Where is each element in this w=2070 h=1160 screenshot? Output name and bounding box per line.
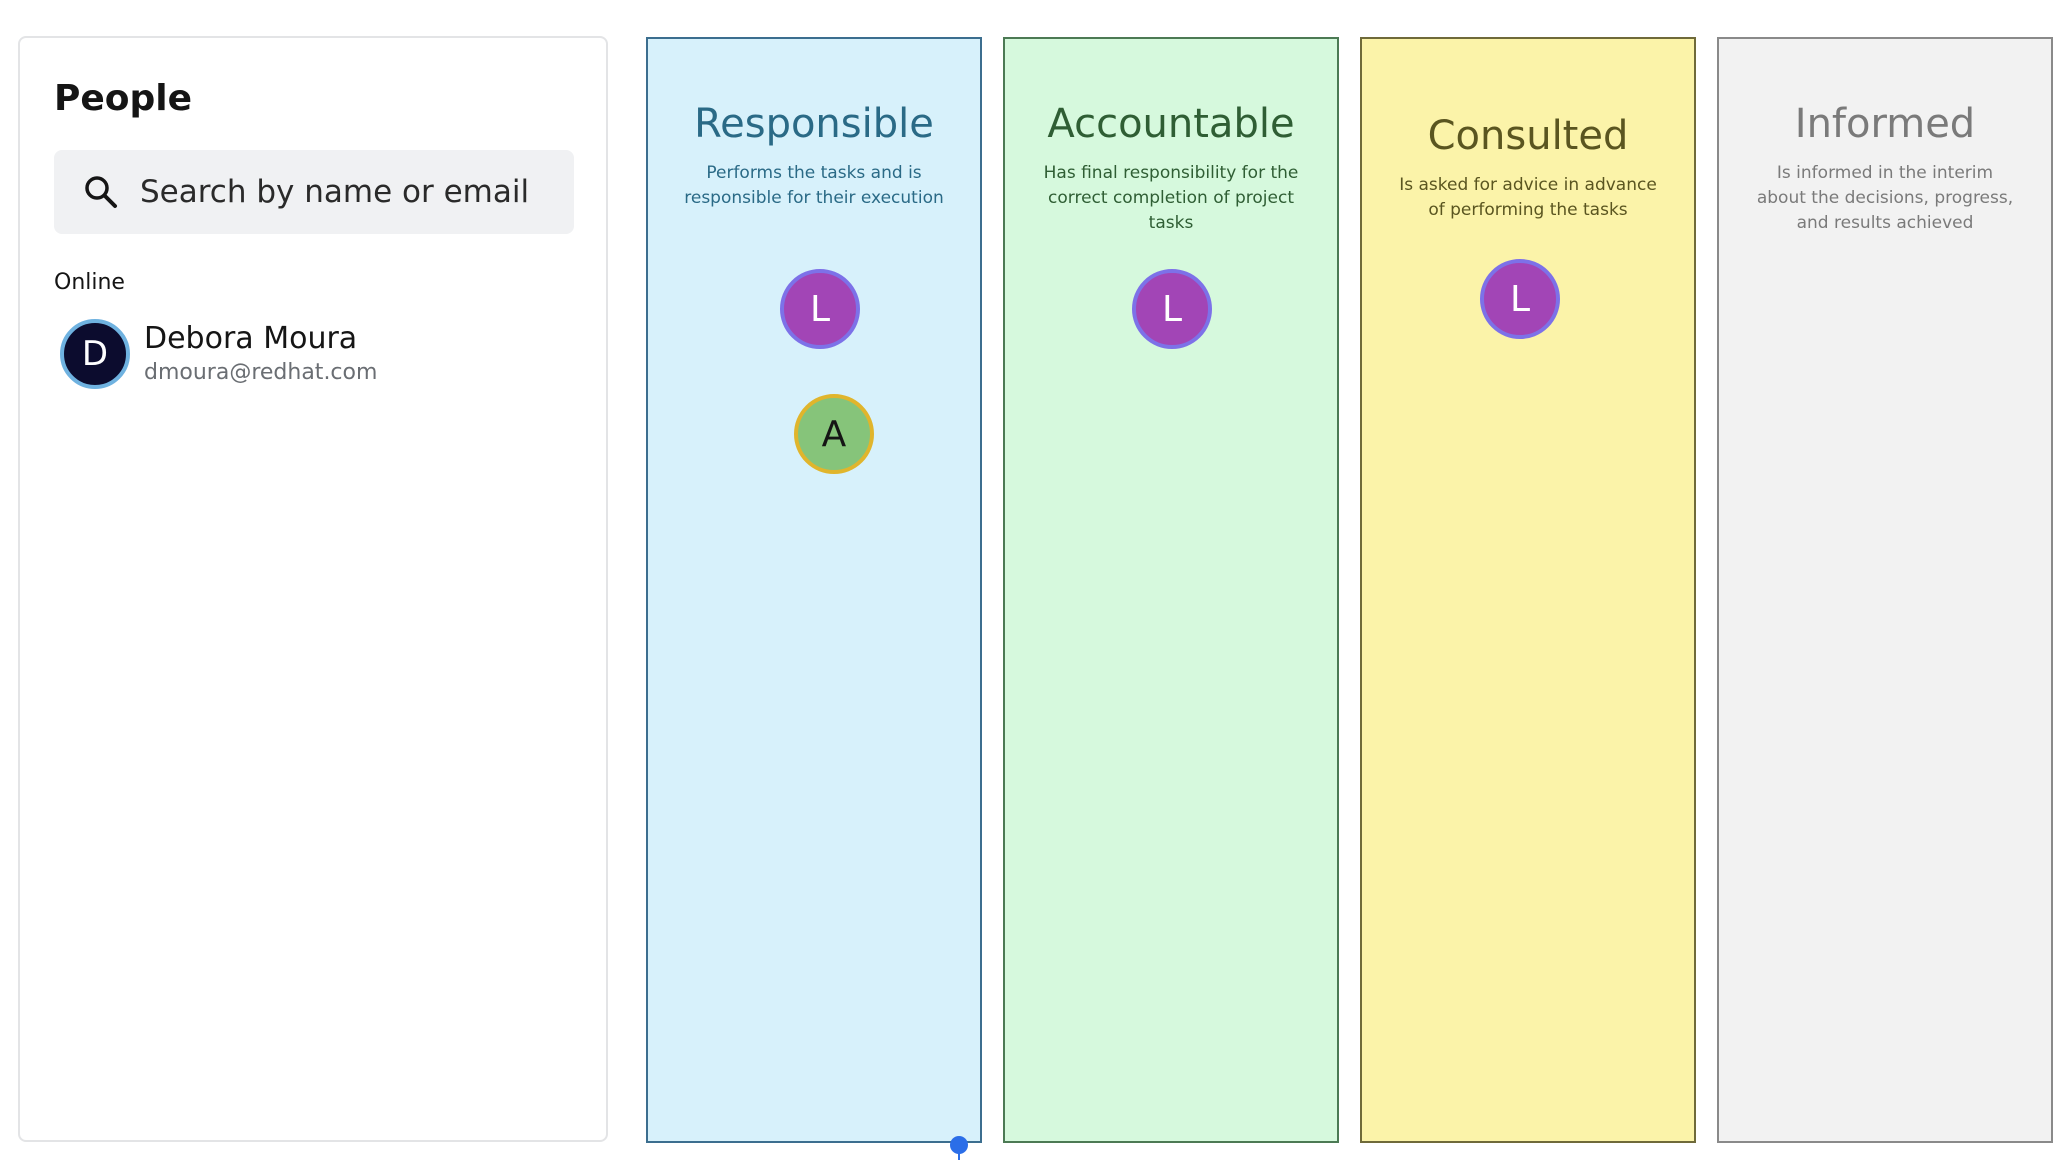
column-title: Consulted bbox=[1427, 113, 1629, 159]
people-panel-title: People bbox=[54, 78, 193, 119]
accountable-column[interactable]: Accountable Has final responsibility for… bbox=[1003, 37, 1339, 1143]
user-token-l[interactable]: L bbox=[780, 269, 860, 349]
column-title: Responsible bbox=[694, 101, 934, 147]
column-description: Has final responsibility for the correct… bbox=[1043, 163, 1299, 233]
column-title: Accountable bbox=[1047, 101, 1295, 147]
responsible-column[interactable]: Responsible Performs the tasks and is re… bbox=[646, 37, 982, 1143]
avatar: D bbox=[60, 319, 130, 389]
user-token-a[interactable]: A bbox=[794, 394, 874, 474]
raci-board: People Online D Debora Moura dmoura@redh… bbox=[0, 0, 2070, 1160]
resize-handle-stem bbox=[958, 1150, 960, 1160]
user-token-l[interactable]: L bbox=[1132, 269, 1212, 349]
column-description: Is asked for advice in advance of perfor… bbox=[1399, 175, 1657, 220]
search-icon bbox=[84, 175, 118, 209]
search-box[interactable] bbox=[54, 150, 574, 234]
person-name: Debora Moura bbox=[144, 321, 358, 356]
person-email: dmoura@redhat.com bbox=[144, 360, 378, 385]
people-panel: People Online D Debora Moura dmoura@redh… bbox=[18, 36, 608, 1142]
search-input[interactable] bbox=[140, 174, 560, 210]
column-description: Performs the tasks and is responsible fo… bbox=[684, 163, 944, 208]
informed-column[interactable]: Informed Is informed in the interim abou… bbox=[1717, 37, 2053, 1143]
person-list-item[interactable]: D Debora Moura dmoura@redhat.com bbox=[60, 314, 560, 394]
online-section-label: Online bbox=[54, 270, 125, 295]
consulted-column[interactable]: Consulted Is asked for advice in advance… bbox=[1360, 37, 1696, 1143]
user-token-l[interactable]: L bbox=[1480, 259, 1560, 339]
column-description: Is informed in the interim about the dec… bbox=[1756, 163, 2014, 233]
column-title: Informed bbox=[1794, 101, 1976, 147]
